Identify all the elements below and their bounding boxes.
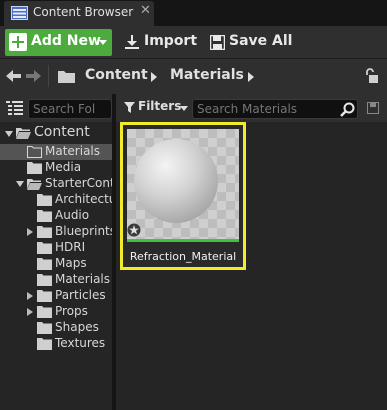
toolbar: Add New Import Save All [0,26,387,58]
tree-item-label: Media [45,160,82,174]
tree-item-particles[interactable]: Particles [0,288,112,304]
import-label: Import [144,33,198,49]
tree-item-media[interactable]: Media [0,160,112,176]
tree-item-label: Materials [55,272,111,286]
asset-panel: Filters Refraction_Material [116,94,387,410]
tab-title: Content Browser [33,5,134,19]
tree-item-label: Architectu [55,192,112,206]
folder-icon [37,274,52,286]
tree-item-textures[interactable]: Textures [0,336,112,352]
folder-icon [58,71,75,83]
lock-icon[interactable] [364,68,378,84]
expand-arrow-icon[interactable] [16,181,24,187]
folder-icon [37,210,52,222]
save-search-icon[interactable] [367,102,379,114]
close-icon[interactable]: ✕ [140,3,151,18]
folder-icon [37,338,52,350]
add-icon [9,33,27,51]
sources-panel: Content Materials Media StarterCont [0,94,112,410]
asterisk-icon [127,223,141,237]
folder-search-input[interactable] [28,99,112,119]
chevron-down-icon [99,40,107,45]
sources-toggle-icon[interactable] [6,100,24,116]
expand-arrow-icon[interactable] [5,131,13,137]
tree-item-label: Audio [55,208,90,222]
back-arrow-icon[interactable] [6,68,22,84]
breadcrumb-materials[interactable]: Materials [170,67,244,83]
tree-item-label: Textures [55,336,106,350]
folder-icon [27,146,42,158]
sources-search-row [0,94,112,122]
tree-item-architecture[interactable]: Architectu [0,192,112,208]
folder-open-icon [16,128,31,139]
tree-item-label: Props [55,304,88,318]
folder-icon [37,226,52,238]
tree-item-shapes[interactable]: Shapes [0,320,112,336]
tree-item-audio[interactable]: Audio [0,208,112,224]
collapsed-arrow-icon[interactable] [27,228,33,236]
save-all-label: Save All [229,33,293,49]
search-input[interactable] [192,99,358,119]
add-new-button[interactable]: Add New [5,29,112,56]
tree-item-maps[interactable]: Maps [0,256,112,272]
chevron-right-icon[interactable] [248,72,254,82]
folder-icon [37,194,52,206]
tree-item-blueprints[interactable]: Blueprints [0,224,112,240]
breadcrumb-content[interactable]: Content [85,67,148,83]
asset-view: Refraction_Material [116,122,387,410]
tree-item-starter-content[interactable]: StarterCont [0,176,112,192]
folder-icon [37,242,52,254]
folder-icon [37,290,52,302]
add-new-label: Add New [31,33,101,49]
asset-type-bar [127,239,239,242]
tree-item-label: StarterCont [45,176,112,190]
folder-open-icon [27,179,42,190]
divider [48,65,49,87]
tree-item-label: Shapes [55,320,99,334]
import-button[interactable]: Import [122,29,198,56]
save-icon [210,35,225,50]
forward-arrow-icon[interactable] [25,68,41,84]
search-icon[interactable] [340,102,355,117]
material-thumbnail [127,129,239,239]
content-browser-icon [11,6,28,20]
folder-icon [37,258,52,270]
tree-item-label: Blueprints [55,224,112,238]
import-icon [125,35,139,49]
content-browser-tab[interactable]: Content Browser ✕ [4,1,154,26]
tree-item-starter-materials[interactable]: Materials [0,272,112,288]
collapsed-arrow-icon[interactable] [27,292,33,300]
filter-icon [124,102,135,113]
tree-item-props[interactable]: Props [0,304,112,320]
tree-item-label: Content [34,126,90,140]
tree-item-hdri[interactable]: HDRI [0,240,112,256]
folder-icon [37,306,52,318]
path-bar: Content Materials [0,58,387,94]
folder-icon [27,162,42,174]
tree-item-label: Materials [45,144,101,158]
asset-name: Refraction_Material [129,250,237,263]
save-all-button[interactable]: Save All [208,29,294,56]
chevron-right-icon[interactable] [151,72,157,82]
sphere-preview [134,139,218,223]
tree-item-content[interactable]: Content [0,126,112,142]
tree-item-label: Particles [55,288,106,302]
filters-label: Filters [138,99,182,113]
tree-item-materials[interactable]: Materials [0,144,112,160]
filters-button[interactable]: Filters [122,99,188,117]
collapsed-arrow-icon[interactable] [27,308,33,316]
asset-tile[interactable]: Refraction_Material [120,122,246,270]
chevron-down-icon [180,106,188,111]
tab-bar: Content Browser ✕ [0,0,387,26]
folder-icon [37,322,52,334]
tree-item-label: HDRI [55,240,86,254]
tree-item-label: Maps [55,256,87,270]
